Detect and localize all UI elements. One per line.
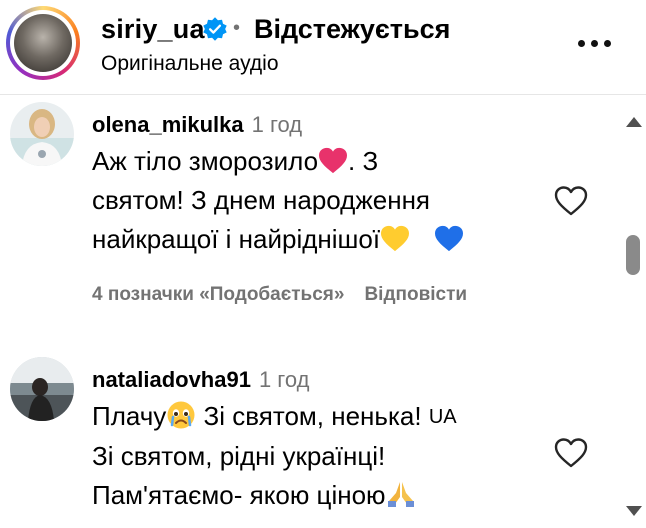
scroll-down-arrow[interactable] [626, 506, 642, 516]
commenter-avatar[interactable] [10, 102, 74, 166]
scroll-thumb[interactable] [626, 235, 640, 275]
yellow-heart-emoji [381, 225, 410, 252]
comment-time: 1 год [251, 112, 303, 137]
crying-face-emoji [167, 401, 195, 429]
heart-icon[interactable] [554, 437, 588, 469]
profile-photo [14, 14, 72, 72]
blue-heart-emoji [435, 225, 464, 252]
comment-text: Плачу Зі святом, ненька! UA Зі святом, р… [92, 401, 457, 510]
profile-avatar[interactable] [6, 6, 80, 80]
comment-username[interactable]: olena_mikulka [92, 112, 244, 137]
original-audio-link[interactable]: Оригінальне аудіо [101, 52, 279, 76]
comment-username[interactable]: nataliadovha91 [92, 367, 251, 392]
verified-badge-icon [203, 17, 227, 41]
scroll-up-arrow[interactable] [626, 117, 642, 127]
praying-hands-emoji [387, 482, 414, 507]
separator-dot: • [233, 17, 241, 39]
red-heart-emoji [319, 147, 348, 174]
comments-scrollbar[interactable] [620, 105, 646, 528]
profile-username[interactable]: siriy_ua [101, 14, 205, 45]
commenter-avatar[interactable] [10, 357, 74, 421]
comment-time: 1 год [258, 367, 310, 392]
reply-button[interactable]: Відповісти [364, 284, 467, 305]
likes-count[interactable]: 4 позначки «Подобається» [92, 284, 344, 305]
comment-text: Аж тіло зморозило. З святом! З днем наро… [92, 142, 464, 259]
heart-icon[interactable] [554, 185, 588, 217]
following-button[interactable]: Відстежується [254, 14, 450, 45]
ua-flag-letters: UA [428, 406, 457, 428]
more-options-icon[interactable] [578, 40, 612, 48]
post-header: siriy_ua • Відстежується Оригінальне ауд… [0, 0, 646, 90]
header-divider [0, 94, 646, 95]
